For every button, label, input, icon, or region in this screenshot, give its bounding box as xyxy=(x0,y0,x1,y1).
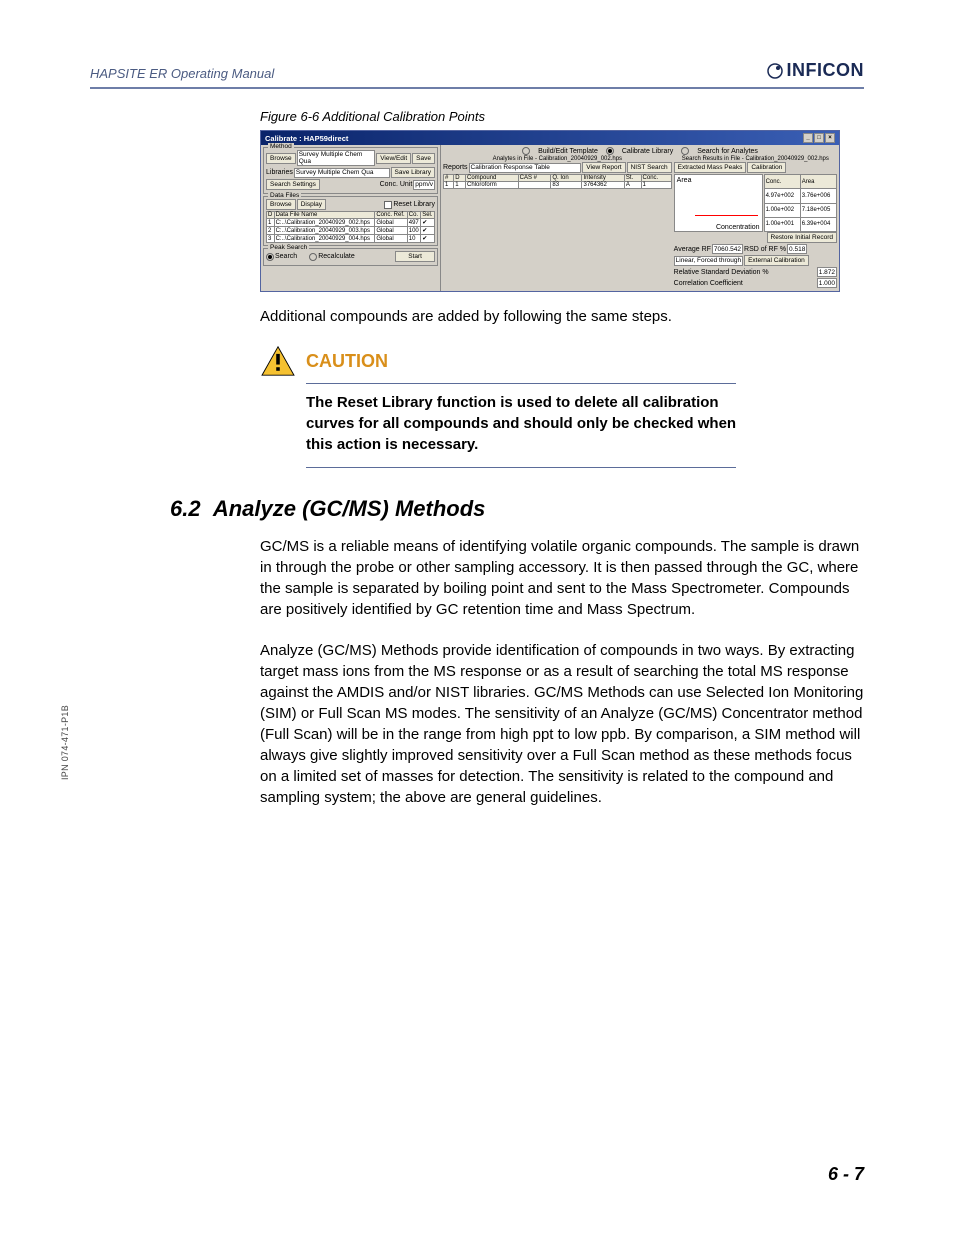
table-row[interactable]: 2 C:..\Calibration_20040929_003.hps Glob… xyxy=(267,227,435,235)
calibration-button[interactable]: Calibration xyxy=(747,162,786,173)
restore-initial-button[interactable]: Restore Initial Record xyxy=(767,232,838,243)
build-edit-radio[interactable] xyxy=(522,147,530,155)
nist-search-button[interactable]: NIST Search xyxy=(627,162,672,173)
reports-label: Reports xyxy=(443,164,468,171)
peak-search-label: Peak Search xyxy=(268,244,309,251)
avg-rf-label: Average RF xyxy=(674,246,711,253)
paragraph-2: GC/MS is a reliable means of identifying… xyxy=(260,536,864,620)
caution-icon xyxy=(260,345,296,377)
save-library-button[interactable]: Save Library xyxy=(391,167,436,178)
conc-unit-label: Conc. Unit xyxy=(380,181,413,188)
conc-unit-select[interactable]: ppm/v xyxy=(413,180,435,190)
search-analytes-label: Search for Analytes xyxy=(697,148,758,155)
figure-caption: Figure 6-6 Additional Calibration Points xyxy=(260,109,864,124)
close-icon[interactable]: × xyxy=(825,133,835,143)
chart-x-axis: Concentration xyxy=(716,224,760,231)
libraries-label: Libraries xyxy=(266,169,293,176)
build-edit-label: Build/Edit Template xyxy=(538,148,598,155)
section-title: Analyze (GC/MS) Methods xyxy=(213,496,486,521)
save-button[interactable]: Save xyxy=(412,153,435,164)
chart-y-axis: Area xyxy=(677,177,692,184)
corr-value: 1.000 xyxy=(817,278,837,288)
table-row: 1.00e+0016.39e+004 xyxy=(764,217,836,231)
minimize-icon[interactable]: _ xyxy=(803,133,813,143)
libraries-input[interactable]: Survey Multiple Chem Qua xyxy=(294,168,390,178)
calibrate-radio[interactable] xyxy=(606,147,614,155)
browse-button[interactable]: Browse xyxy=(266,153,296,164)
browse-button-2[interactable]: Browse xyxy=(266,199,296,210)
logo-icon xyxy=(766,62,784,80)
corr-label: Correlation Coefficient xyxy=(674,280,816,287)
linear-forced-select[interactable]: Linear, Forced through xyxy=(674,256,743,266)
data-files-label: Data Files xyxy=(268,192,301,199)
search-radio-label: Search xyxy=(275,253,297,260)
method-input[interactable]: Survey Multiple Chem Qua xyxy=(297,150,376,166)
reports-select[interactable]: Calibration Response Table xyxy=(469,163,582,173)
display-button[interactable]: Display xyxy=(297,199,326,210)
table-row[interactable]: 1 1 Chloroform 83 3764362 A 1 xyxy=(444,182,672,189)
data-files-table: D Data File Name Conc. Ref. Co. Sel. 1 C… xyxy=(266,211,435,243)
maximize-icon[interactable]: □ xyxy=(814,133,824,143)
calibration-chart: Area Concentration xyxy=(674,174,763,232)
view-report-button[interactable]: View Report xyxy=(582,162,625,173)
extracted-mass-peaks-button[interactable]: Extracted Mass Peaks xyxy=(674,162,747,173)
df-header-co: Co. xyxy=(407,212,420,219)
section-number: 6.2 xyxy=(170,496,201,521)
avg-rf-value: 7060.542 xyxy=(712,244,743,254)
search-settings-button[interactable]: Search Settings xyxy=(266,179,320,190)
paragraph-1: Additional compounds are added by follow… xyxy=(260,306,864,327)
screenshot-figure: Calibrate : HAP59direct _ □ × Method Bro… xyxy=(260,130,840,292)
caution-divider-bottom xyxy=(306,467,736,468)
reset-library-label: Reset Library xyxy=(393,201,435,208)
compound-table: # D Compound CAS # Q. Ion Intensity St. … xyxy=(443,174,672,189)
search-analytes-radio[interactable] xyxy=(681,147,689,155)
caution-block: CAUTION The Reset Library function is us… xyxy=(260,347,864,468)
window-title: Calibrate : HAP59direct xyxy=(265,134,348,143)
df-header-sel: Sel. xyxy=(421,212,435,219)
rsd-rf-label: RSD of RF % xyxy=(744,246,786,253)
window-titlebar: Calibrate : HAP59direct _ □ × xyxy=(261,131,839,145)
table-row: 4.97e+0023.76e+006 xyxy=(764,189,836,203)
start-button[interactable]: Start xyxy=(395,251,435,262)
document-ipn: IPN 074-471-P1B xyxy=(60,705,70,780)
df-header-name: Data File Name xyxy=(274,212,375,219)
recalculate-radio[interactable] xyxy=(309,253,317,261)
method-group-label: Method xyxy=(268,143,294,150)
rsd-value: 1.872 xyxy=(817,267,837,277)
conc-area-table: Conc.Area 4.97e+0023.76e+006 1.00e+0027.… xyxy=(764,174,837,232)
search-radio[interactable] xyxy=(266,253,274,261)
page-header: HAPSITE ER Operating Manual INFICON xyxy=(90,60,864,89)
page-number: 6 - 7 xyxy=(828,1164,864,1185)
section-heading: 6.2 Analyze (GC/MS) Methods xyxy=(170,496,864,522)
caution-divider-top xyxy=(306,383,736,384)
df-header-d: D xyxy=(267,212,275,219)
calibrate-label: Calibrate Library xyxy=(622,148,673,155)
df-header-ref: Conc. Ref. xyxy=(375,212,407,219)
view-edit-button[interactable]: View/Edit xyxy=(376,153,411,164)
recalculate-radio-label: Recalculate xyxy=(318,253,355,260)
manual-title: HAPSITE ER Operating Manual xyxy=(90,66,274,81)
reset-library-checkbox[interactable] xyxy=(384,201,392,209)
table-row[interactable]: 1 C:..\Calibration_20040929_002.hps Glob… xyxy=(267,219,435,227)
caution-title: CAUTION xyxy=(306,351,388,372)
caution-text: The Reset Library function is used to de… xyxy=(306,392,746,455)
external-cal-button[interactable]: External Calibration xyxy=(744,255,809,266)
table-row[interactable]: 3 C:..\Calibration_20040929_004.hps Glob… xyxy=(267,235,435,243)
rsd-label: Relative Standard Deviation % xyxy=(674,269,816,276)
logo-text: INFICON xyxy=(787,60,865,81)
inficon-logo: INFICON xyxy=(766,60,865,81)
table-row: 1.00e+0027.18e+005 xyxy=(764,203,836,217)
rsd-rf-value: 0.518 xyxy=(787,244,807,254)
paragraph-3: Analyze (GC/MS) Methods provide identifi… xyxy=(260,640,864,808)
